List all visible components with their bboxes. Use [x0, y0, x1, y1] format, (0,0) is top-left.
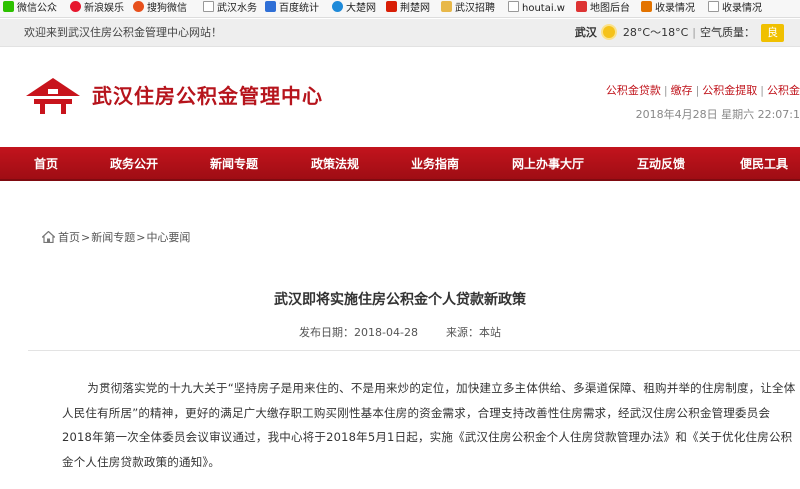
- page-icon: [708, 1, 719, 12]
- link-withdraw[interactable]: 公积金提取: [702, 84, 757, 97]
- nav-online-service-hall[interactable]: 网上办事大厅: [512, 147, 584, 181]
- link-deposit[interactable]: 缴存: [671, 84, 693, 97]
- link-fund[interactable]: 公积金: [767, 84, 800, 97]
- wechat-icon: [3, 1, 14, 12]
- map-icon: [576, 1, 587, 12]
- folder-icon: [441, 1, 452, 12]
- weather-city: 武汉: [574, 26, 597, 39]
- home-icon: [42, 231, 55, 243]
- air-quality-label: 空气质量：: [700, 26, 755, 39]
- article-title: 武汉即将实施住房公积金个人贷款新政策: [274, 292, 526, 308]
- bookmark-index-status[interactable]: 收录情况: [641, 0, 695, 17]
- breadcrumb-home[interactable]: 首页: [58, 231, 80, 244]
- baidu-stats-icon: [265, 1, 276, 12]
- site-title[interactable]: 武汉住房公积金管理中心: [92, 81, 323, 111]
- weather-widget: 武汉 28°C～18°C | 空气质量： 良: [575, 19, 800, 47]
- page-icon: [508, 1, 519, 12]
- bookmark-sina[interactable]: 新浪娱乐: [70, 0, 124, 17]
- site-logo[interactable]: [24, 76, 82, 116]
- breadcrumb-news-topics[interactable]: 新闻专题: [91, 231, 135, 244]
- main-nav: 首页 政务公开 新闻专题 政策法规 业务指南 网上办事大厅 互动反馈 便民工具: [0, 147, 800, 181]
- article-source: 来源：本站: [445, 326, 501, 339]
- sogou-icon: [133, 1, 144, 12]
- breadcrumb: 首页>新闻专题>中心要闻: [42, 230, 190, 246]
- article-meta: 发布日期：2018-04-28 来源：本站: [0, 324, 800, 340]
- chart-icon: [641, 1, 652, 12]
- site-header: 武汉住房公积金管理中心 公积金贷款 | 缴存 | 公积金提取 | 公积金 2018年4月28…: [0, 48, 800, 147]
- current-date: 2018年4月28日 星期六 22:07:1: [635, 108, 800, 121]
- bookmark-houtai[interactable]: houtai.w: [508, 0, 565, 17]
- article-date: 发布日期：2018-04-28: [299, 326, 418, 339]
- jingchu-icon: [386, 1, 397, 12]
- bookmark-baidu-stats[interactable]: 百度统计: [265, 0, 319, 17]
- nav-home[interactable]: 首页: [34, 147, 58, 181]
- air-quality-badge: 良: [761, 24, 784, 42]
- bookmark-dachu[interactable]: 大楚网: [332, 0, 376, 17]
- article-body: 为贯彻落实党的十九大关于“坚持房子是用来住的、不是用来炒的定位，加快建立多主体供…: [62, 381, 796, 469]
- nav-business-guide[interactable]: 业务指南: [411, 147, 459, 181]
- breadcrumb-separator: >: [81, 231, 91, 244]
- nav-feedback[interactable]: 互动反馈: [637, 147, 685, 181]
- page-icon: [203, 1, 214, 12]
- bookmark-map-admin[interactable]: 地图后台: [576, 0, 630, 17]
- bookmark-wuhan-jobs[interactable]: 武汉招聘: [441, 0, 495, 17]
- quick-link-separator: |: [663, 84, 668, 97]
- bookmark-wechat[interactable]: 微信公众: [3, 0, 57, 17]
- bookmark-wuhan-water[interactable]: 武汉水务: [203, 0, 257, 17]
- bookmark-index-status-2[interactable]: 收录情况: [708, 0, 762, 17]
- nav-news-topics[interactable]: 新闻专题: [210, 147, 258, 181]
- breadcrumb-separator: >: [136, 231, 146, 244]
- nav-policies[interactable]: 政策法规: [311, 147, 359, 181]
- bookmark-sogou[interactable]: 搜狗微信: [133, 0, 187, 17]
- bookmark-jingchu[interactable]: 荆楚网: [386, 0, 430, 17]
- dachu-icon: [332, 1, 343, 12]
- weather-temp: 28°C～18°C: [622, 26, 689, 39]
- quick-link-separator: |: [695, 84, 700, 97]
- weather-separator: |: [692, 26, 696, 39]
- top-strip: 欢迎来到武汉住房公积金管理中心网站！ 武汉 28°C～18°C | 空气质量： 良: [0, 19, 800, 47]
- article-divider: [28, 350, 800, 351]
- quick-links: 公积金贷款 | 缴存 | 公积金提取 | 公积金: [606, 82, 800, 98]
- nav-government-affairs[interactable]: 政务公开: [110, 147, 158, 181]
- sina-icon: [70, 1, 81, 12]
- breadcrumb-center-news[interactable]: 中心要闻: [146, 231, 190, 244]
- nav-tools[interactable]: 便民工具: [740, 147, 788, 181]
- welcome-text: 欢迎来到武汉住房公积金管理中心网站！: [24, 26, 222, 39]
- bookmarks-bar: 微信公众 新浪娱乐 搜狗微信 武汉水务 百度统计 大楚网 荆楚网 武汉招聘 ho…: [0, 0, 800, 18]
- quick-link-separator: |: [760, 84, 764, 97]
- link-loan[interactable]: 公积金贷款: [606, 84, 661, 97]
- sun-icon: [602, 26, 615, 38]
